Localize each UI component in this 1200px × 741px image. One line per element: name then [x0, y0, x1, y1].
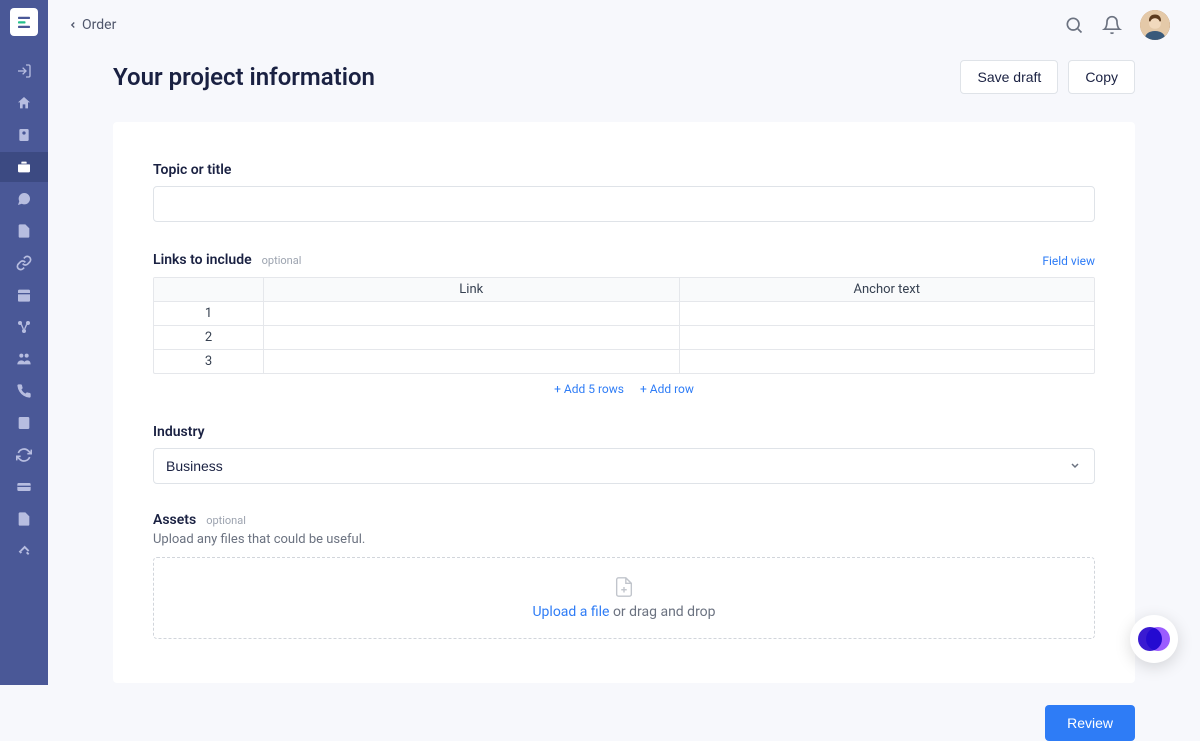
- avatar[interactable]: [1140, 10, 1170, 40]
- search-button[interactable]: [1064, 15, 1084, 35]
- file-dropzone[interactable]: Upload a file or drag and drop: [153, 557, 1095, 639]
- nav-card[interactable]: [0, 472, 48, 502]
- copy-button[interactable]: Copy: [1068, 60, 1135, 94]
- document-icon: [16, 223, 32, 239]
- links-group: Links to include optional Field view Lin…: [153, 250, 1095, 396]
- assets-helper: Upload any files that could be useful.: [153, 532, 1095, 547]
- footer-actions: Review: [113, 705, 1135, 741]
- add-5-rows-button[interactable]: + Add 5 rows: [554, 382, 624, 396]
- nav-enter[interactable]: [0, 56, 48, 86]
- breadcrumb-back[interactable]: Order: [68, 17, 116, 33]
- nav-document[interactable]: [0, 216, 48, 246]
- avatar-icon: [1140, 10, 1170, 40]
- nav-refresh[interactable]: [0, 440, 48, 470]
- anchor-cell[interactable]: [680, 326, 1095, 349]
- field-view-toggle[interactable]: Field view: [1042, 254, 1095, 268]
- form-card: Topic or title Links to include optional…: [113, 122, 1135, 683]
- calendar-icon: [16, 287, 32, 303]
- anchor-cell[interactable]: [680, 350, 1095, 373]
- home-icon: [16, 95, 32, 111]
- row-number: 1: [154, 302, 264, 325]
- file-icon: [16, 511, 32, 527]
- anchor-cell[interactable]: [680, 302, 1095, 325]
- nav-phone[interactable]: [0, 376, 48, 406]
- links-grid: Link Anchor text 1 2 3: [153, 277, 1095, 374]
- briefcase-icon: [16, 159, 32, 175]
- logo[interactable]: [10, 8, 38, 36]
- col-header-link: Link: [264, 278, 680, 301]
- article-icon: [16, 415, 32, 431]
- refresh-icon: [16, 447, 32, 463]
- header-actions: Save draft Copy: [960, 60, 1135, 94]
- assets-group: Assets optional Upload any files that co…: [153, 512, 1095, 639]
- network-icon: [16, 319, 32, 335]
- link-icon: [16, 255, 32, 271]
- card-icon: [16, 479, 32, 495]
- col-header-anchor: Anchor text: [680, 278, 1095, 301]
- phone-icon: [16, 383, 32, 399]
- nav-chat[interactable]: [0, 184, 48, 214]
- dropzone-text: Upload a file or drag and drop: [172, 604, 1076, 620]
- col-header-number: [154, 278, 264, 301]
- grid-actions: + Add 5 rows + Add row: [153, 374, 1095, 396]
- help-fab[interactable]: [1130, 615, 1178, 663]
- row-number: 2: [154, 326, 264, 349]
- upload-file-icon: [613, 576, 635, 598]
- chat-icon: [16, 191, 32, 207]
- chevron-left-icon: [68, 20, 78, 30]
- nav-home[interactable]: [0, 88, 48, 118]
- nav-team[interactable]: [0, 344, 48, 374]
- app-logo-icon: [15, 13, 33, 31]
- link-cell[interactable]: [264, 326, 680, 349]
- grid-row: 1: [154, 301, 1094, 325]
- nav-handshake[interactable]: [0, 536, 48, 566]
- nav-profile[interactable]: [0, 120, 48, 150]
- link-cell[interactable]: [264, 350, 680, 373]
- nav-briefcase[interactable]: [0, 152, 48, 182]
- topic-input[interactable]: [153, 186, 1095, 222]
- nav-link[interactable]: [0, 248, 48, 278]
- page-title: Your project information: [113, 63, 375, 91]
- grid-row: 3: [154, 349, 1094, 373]
- topic-label: Topic or title: [153, 162, 231, 178]
- breadcrumb-label: Order: [82, 17, 116, 33]
- grid-row: 2: [154, 325, 1094, 349]
- enter-icon: [16, 63, 32, 79]
- links-optional-tag: optional: [262, 254, 302, 267]
- orb-icon: [1136, 621, 1172, 657]
- industry-label: Industry: [153, 424, 205, 440]
- assets-optional-tag: optional: [206, 514, 246, 527]
- assets-label: Assets: [153, 512, 196, 528]
- sidebar: [0, 0, 48, 685]
- page-header: Your project information Save draft Copy: [113, 60, 1135, 94]
- add-row-button[interactable]: + Add row: [640, 382, 694, 396]
- industry-group: Industry Business: [153, 424, 1095, 484]
- page-content: Your project information Save draft Copy…: [48, 0, 1200, 741]
- nav-file[interactable]: [0, 504, 48, 534]
- nav-article[interactable]: [0, 408, 48, 438]
- save-draft-button[interactable]: Save draft: [960, 60, 1058, 94]
- profile-icon: [16, 127, 32, 143]
- review-button[interactable]: Review: [1045, 705, 1135, 741]
- handshake-icon: [16, 543, 32, 559]
- topic-group: Topic or title: [153, 162, 1095, 222]
- notifications-button[interactable]: [1102, 15, 1122, 35]
- grid-header: Link Anchor text: [154, 278, 1094, 301]
- search-icon: [1064, 15, 1084, 35]
- upload-link[interactable]: Upload a file: [532, 604, 609, 620]
- nav-network[interactable]: [0, 312, 48, 342]
- upload-rest: or drag and drop: [609, 604, 715, 620]
- team-icon: [16, 351, 32, 367]
- industry-select[interactable]: Business: [153, 448, 1095, 484]
- topbar: Order: [48, 0, 1200, 50]
- row-number: 3: [154, 350, 264, 373]
- link-cell[interactable]: [264, 302, 680, 325]
- bell-icon: [1102, 15, 1122, 35]
- links-label: Links to include: [153, 252, 252, 268]
- nav-calendar[interactable]: [0, 280, 48, 310]
